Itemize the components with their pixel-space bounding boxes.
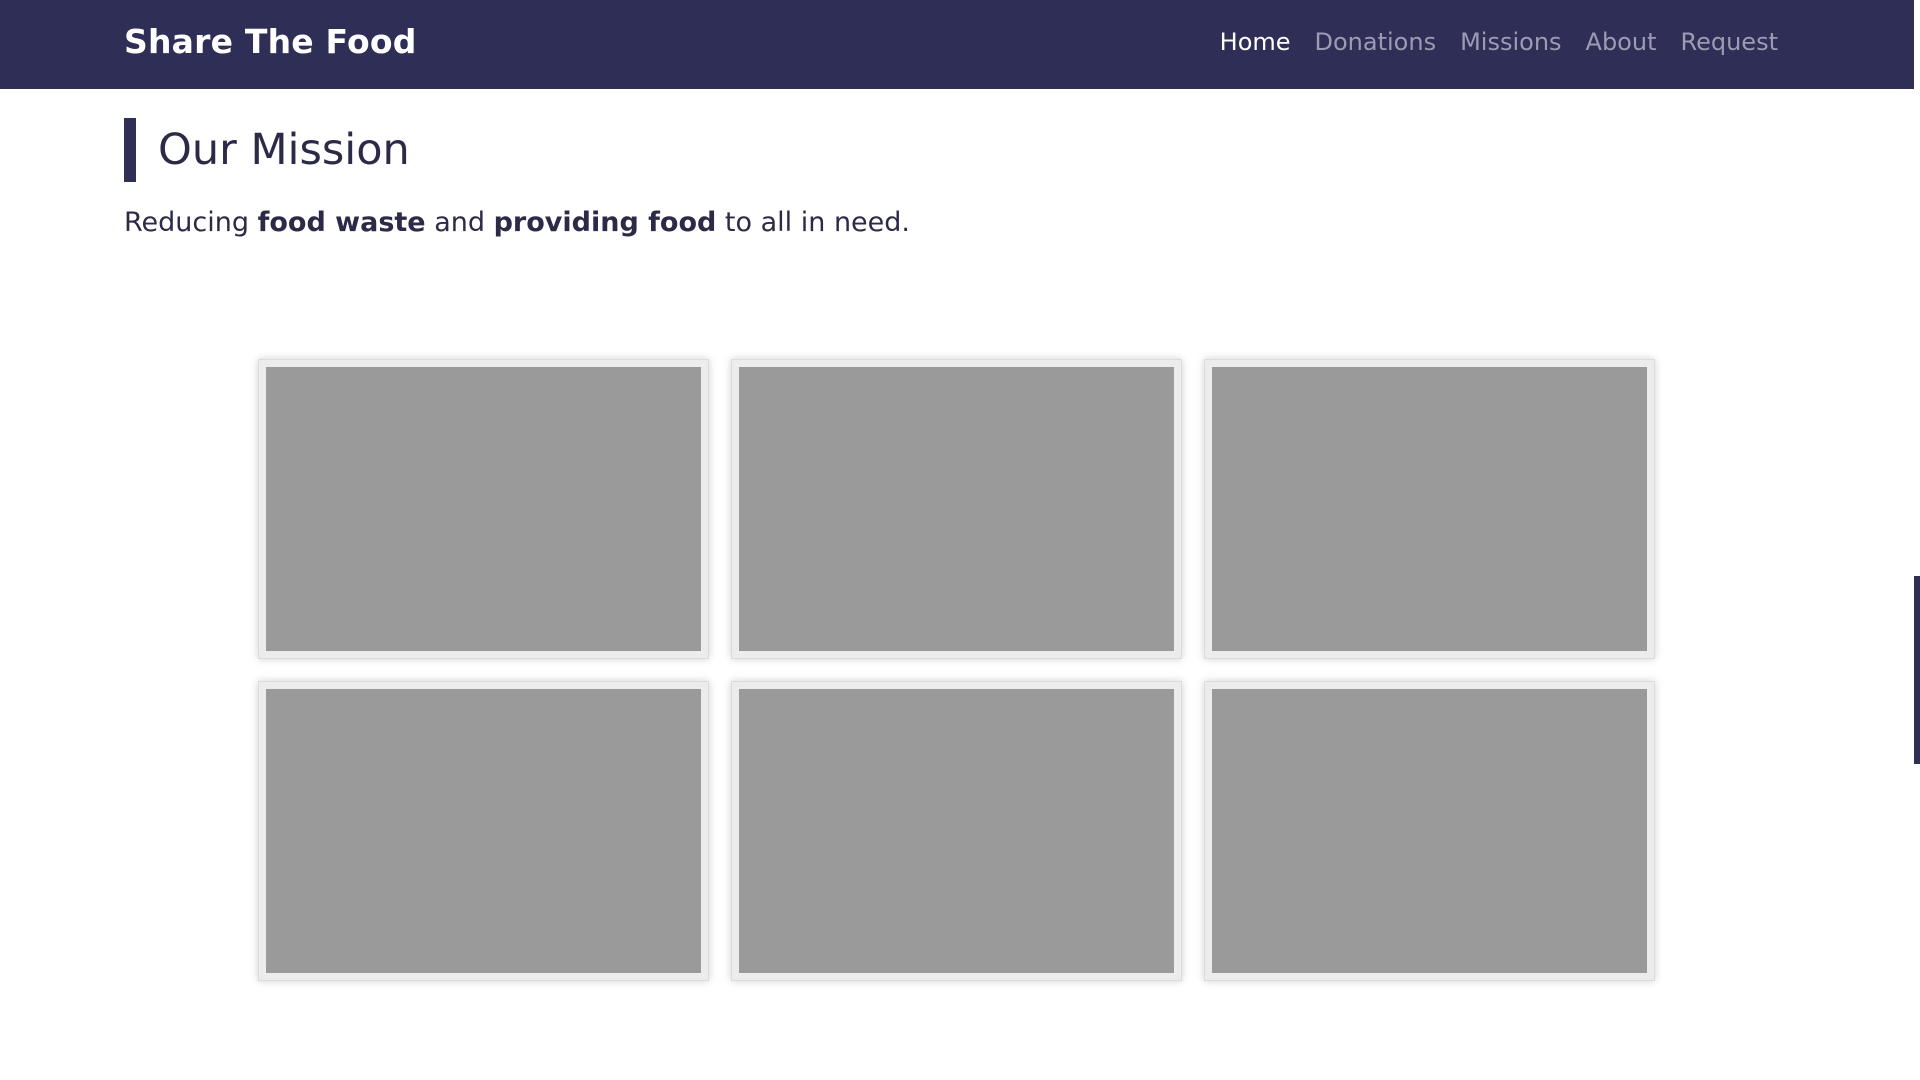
scrollbar-thumb[interactable]	[1914, 576, 1920, 764]
nav-link-about[interactable]: About	[1586, 28, 1657, 56]
photo-image	[266, 689, 701, 973]
nav-link-donations[interactable]: Donations	[1315, 28, 1437, 56]
photo-card[interactable]	[1204, 359, 1655, 659]
photo-card[interactable]	[731, 359, 1182, 659]
mission-text-part-1: Reducing	[124, 207, 258, 238]
page-title: Our Mission	[158, 125, 410, 175]
mission-heading: Our Mission	[124, 118, 410, 182]
mission-bold-food-waste: food waste	[257, 207, 426, 238]
mission-bold-providing-food: providing food	[493, 207, 717, 238]
photo-card[interactable]	[258, 681, 709, 981]
nav-links: Home Donations Missions About Request	[1220, 28, 1778, 56]
photo-card[interactable]	[731, 681, 1182, 981]
mission-text-part-2: and	[425, 207, 494, 238]
photo-image	[1212, 367, 1647, 651]
nav-link-request[interactable]: Request	[1681, 28, 1779, 56]
photo-gallery	[258, 359, 1655, 981]
brand-logo-text[interactable]: Share The Food	[124, 22, 417, 61]
photo-card[interactable]	[258, 359, 709, 659]
photo-image	[739, 367, 1174, 651]
nav-link-missions[interactable]: Missions	[1460, 28, 1561, 56]
nav-link-home[interactable]: Home	[1220, 28, 1291, 56]
top-navbar: Share The Food Home Donations Missions A…	[0, 0, 1914, 89]
photo-image	[739, 689, 1174, 973]
mission-statement: Reducing food waste and providing food t…	[124, 207, 910, 238]
photo-image	[1212, 689, 1647, 973]
heading-accent-bar	[124, 118, 136, 182]
mission-text-part-3: to all in need.	[716, 207, 910, 238]
photo-image	[266, 367, 701, 651]
photo-card[interactable]	[1204, 681, 1655, 981]
